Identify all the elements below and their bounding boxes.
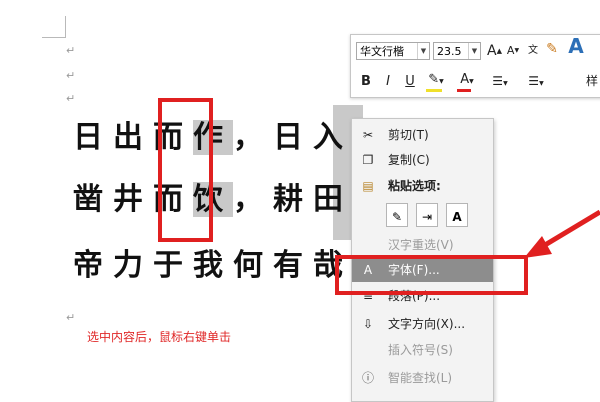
menu-item-label: 文字方向(X)... [388,317,466,331]
menu-item-cut[interactable]: ✂ 剪切(T) [352,124,493,147]
copy-icon: ❐ [362,153,374,167]
font-item-highlight-box [335,255,528,295]
paragraph-mark: ↵ [66,69,76,82]
arrow-head [524,236,552,258]
menu-item-label: 粘贴选项: [388,179,441,193]
arrow-shaft [538,209,600,251]
paragraph-mark: ↵ [66,311,76,324]
menu-item-paste-options: ▤ 粘贴选项: [352,175,493,198]
shrink-font-button[interactable]: A▼ [506,42,520,60]
styles-icon: A [568,34,584,58]
scissors-icon: ✂ [362,128,374,142]
styles-gallery-button[interactable]: 样 [583,72,600,90]
paste-keep-formatting-icon[interactable]: ✎ [386,203,408,227]
menu-item-label: 剪切(T) [388,128,429,142]
text-direction-icon: ⇩ [362,317,374,331]
phonetic-guide-icon: 文 [528,45,538,56]
underline-button[interactable]: U [403,73,417,91]
pointer-arrow [524,209,600,258]
instruction-note: 选中内容后，鼠标右键单击 [87,330,232,344]
menu-item-copy[interactable]: ❐ 复制(C) [352,149,493,172]
menu-item-label: 插入符号(S) [388,343,453,357]
selection-highlight-box [158,98,213,242]
page-corner-marker [42,37,66,38]
highlight-color-button[interactable]: ✎▼ [423,71,449,92]
format-painter-button[interactable]: ✎ [544,40,560,58]
phonetic-guide-button[interactable]: 文 [524,42,542,60]
paste-options-row: ✎ ⇥ A [382,197,492,235]
paste-text-only-icon[interactable]: A [446,203,468,227]
font-name-combo[interactable]: 华文行楷 ▼ [356,42,430,60]
styles-button[interactable]: A [565,34,587,58]
menu-item-label: 智能查找(L) [388,371,453,385]
format-painter-icon: ✎ [546,41,558,57]
numbered-list-icon: ☰ [528,74,540,88]
menu-item-text-direction[interactable]: ⇩ 文字方向(X)... [352,313,493,336]
highlight-color-swatch [426,89,442,92]
menu-item-label: 汉字重选(V) [388,238,454,252]
chevron-down-icon[interactable]: ▼ [468,43,480,59]
paragraph-mark: ↵ [66,44,76,57]
font-name-value: 华文行楷 [360,45,404,58]
page-corner-marker [65,16,66,38]
bold-button[interactable]: B [359,73,373,91]
italic-button[interactable]: I [381,73,395,91]
menu-item-reconversion[interactable]: 汉字重选(V) [352,234,493,257]
menu-item-label: 复制(C) [388,153,430,167]
menu-item-insert-symbol[interactable]: 插入符号(S) [352,339,493,362]
mini-toolbar: 华文行楷 ▼ 23.5 ▼ A▲ A▼ 文 ✎ A B I U ✎▼ A▼ ☰▼… [350,34,600,98]
grow-font-icon: A [487,43,497,59]
grow-font-button[interactable]: A▲ [487,42,502,60]
numbering-button[interactable]: ☰▼ [521,72,551,93]
highlighter-icon: ✎ [428,72,440,87]
font-color-swatch [457,89,471,92]
font-size-combo[interactable]: 23.5 ▼ [433,42,481,60]
font-size-value: 23.5 [437,45,462,58]
font-color-icon: A [460,72,470,87]
paste-merge-formatting-icon[interactable]: ⇥ [416,203,438,227]
paragraph-mark: ↵ [66,92,76,105]
font-color-button[interactable]: A▼ [454,71,480,92]
paste-icon: ▤ [362,179,374,193]
bullets-button[interactable]: ☰▼ [485,72,515,93]
chevron-down-icon[interactable]: ▼ [417,43,429,59]
bullet-list-icon: ☰ [492,74,504,88]
smart-lookup-icon: ⓘ [361,371,374,385]
menu-item-smart-lookup[interactable]: ⓘ 智能查找(L) [352,367,493,390]
